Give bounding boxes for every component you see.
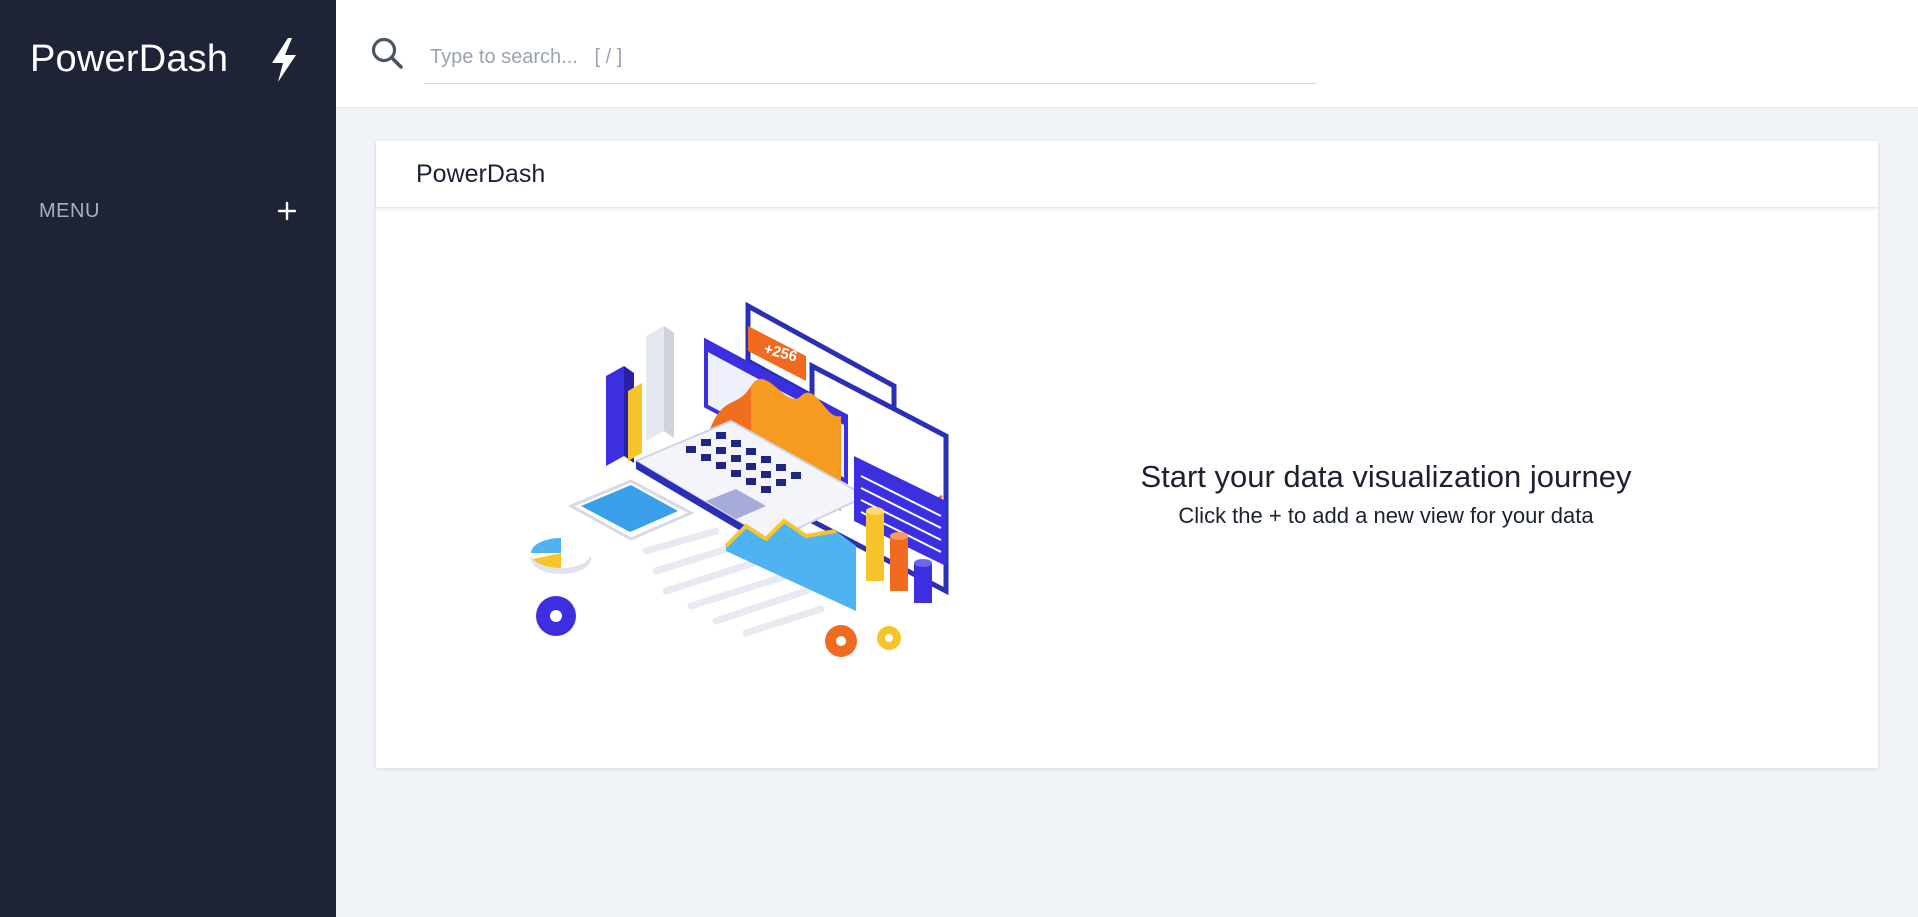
lightning-bolt-icon xyxy=(272,38,296,82)
empty-state-title: Start your data visualization journey xyxy=(1140,459,1632,494)
empty-state-subtitle: Click the + to add a new view for your d… xyxy=(1178,503,1594,528)
dashboard-card: PowerDash +256 Start your data visualiza… xyxy=(376,141,1878,768)
add-menu-button[interactable] xyxy=(275,199,299,223)
bar-columns xyxy=(606,326,674,466)
card-header: PowerDash xyxy=(376,141,1878,208)
sidebar: PowerDash MENU xyxy=(0,0,336,917)
card-title: PowerDash xyxy=(416,159,546,188)
menu-label: MENU xyxy=(39,199,100,222)
top-bar xyxy=(336,0,1918,108)
empty-state: Start your data visualization journey Cl… xyxy=(1016,459,1756,529)
app-root: PowerDash MENU PowerDash xyxy=(0,0,1918,917)
pie-chart xyxy=(531,538,591,574)
search-input[interactable] xyxy=(424,32,1316,84)
menu-header: MENU xyxy=(39,196,299,226)
brand-name[interactable]: PowerDash xyxy=(30,38,228,81)
data-visualization-illustration: +256 xyxy=(531,301,949,657)
search-icon[interactable] xyxy=(370,36,404,70)
plus-icon xyxy=(277,201,297,221)
